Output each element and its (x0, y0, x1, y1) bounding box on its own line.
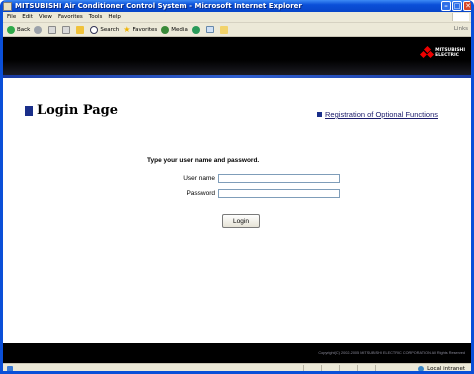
history-icon (191, 25, 200, 34)
three-diamonds-icon (420, 45, 435, 59)
registration-link[interactable]: Registration of Optional Functions (325, 110, 438, 119)
zone-label: Local intranet (427, 366, 465, 372)
username-field[interactable] (218, 174, 340, 183)
header-banner: MITSUBISHI ELECTRIC (3, 37, 471, 75)
page-viewport: MITSUBISHI ELECTRIC Login Page Registrat… (3, 37, 471, 363)
media-button[interactable]: Media (161, 25, 188, 34)
status-bar: Local intranet (3, 363, 471, 372)
password-field[interactable] (218, 189, 340, 198)
intranet-icon (418, 366, 425, 371)
window-controls: – □ ✕ (441, 1, 471, 11)
history-button[interactable] (191, 25, 202, 34)
window-title: MITSUBISHI Air Conditioner Control Syste… (15, 2, 302, 10)
folder-icon (219, 25, 228, 34)
username-row: User name (153, 174, 215, 183)
password-row: Password (153, 189, 215, 198)
password-label: Password (186, 190, 215, 197)
browser-window: MITSUBISHI Air Conditioner Control Syste… (0, 0, 474, 374)
page-icon (7, 366, 13, 371)
menu-file[interactable]: File (7, 14, 16, 20)
security-zone: Local intranet (418, 366, 465, 372)
copyright-text: Copyright(C) 2002-2005 MITSUBISHI ELECTR… (318, 351, 465, 355)
menu-view[interactable]: View (39, 14, 52, 20)
forward-arrow-icon (34, 25, 43, 34)
folder-button[interactable] (219, 25, 230, 34)
browser-toolbar: Back Search ★ Favorites Media Links (3, 23, 471, 37)
logo-line1: MITSUBISHI (435, 47, 465, 53)
maximize-button[interactable]: □ (452, 1, 462, 11)
status-divider (303, 365, 304, 371)
page-title: Login Page (37, 103, 119, 118)
star-icon: ★ (123, 24, 131, 34)
refresh-button[interactable] (62, 25, 72, 34)
menu-tools[interactable]: Tools (89, 14, 103, 20)
mail-button[interactable] (205, 26, 216, 33)
status-divider (339, 365, 340, 371)
menu-edit[interactable]: Edit (22, 14, 33, 20)
minimize-button[interactable]: – (441, 1, 451, 11)
status-divider (321, 365, 322, 371)
favorites-button[interactable]: ★ Favorites (123, 24, 158, 34)
links-button[interactable]: Links (454, 26, 468, 32)
logo-text: MITSUBISHI ELECTRIC (435, 48, 465, 58)
logo-line2: ELECTRIC (435, 52, 459, 58)
mitsubishi-logo: MITSUBISHI ELECTRIC (420, 45, 465, 59)
menu-favorites[interactable]: Favorites (58, 14, 83, 20)
home-button[interactable] (76, 25, 86, 34)
title-bar: MITSUBISHI Air Conditioner Control Syste… (3, 0, 471, 12)
page-footer: Copyright(C) 2002-2005 MITSUBISHI ELECTR… (3, 343, 471, 363)
refresh-icon (62, 25, 71, 34)
search-label: Search (100, 26, 120, 33)
menu-help[interactable]: Help (108, 14, 121, 20)
media-label: Media (171, 26, 188, 33)
close-button[interactable]: ✕ (463, 1, 471, 11)
home-icon (76, 25, 85, 34)
status-divider (357, 365, 358, 371)
heading-bullet-icon (25, 105, 33, 116)
favorites-label: Favorites (132, 26, 158, 33)
login-button[interactable]: Login (222, 214, 260, 228)
menu-bar: File Edit View Favorites Tools Help (3, 12, 471, 23)
mail-icon (205, 26, 214, 33)
banner-stripe (3, 75, 471, 78)
status-divider (375, 365, 376, 371)
ie-app-icon (3, 1, 12, 11)
stop-button[interactable] (48, 25, 58, 34)
search-button[interactable]: Search (90, 25, 120, 34)
search-icon (90, 25, 99, 34)
back-label: Back (17, 26, 31, 33)
username-label: User name (183, 175, 215, 182)
stop-icon (48, 25, 57, 34)
login-prompt: Type your user name and password. (147, 157, 260, 164)
media-icon (161, 25, 170, 34)
registration-link-group: Registration of Optional Functions (317, 110, 438, 119)
back-arrow-icon (7, 25, 15, 34)
back-button[interactable]: Back (7, 25, 31, 34)
windows-logo-icon (452, 13, 469, 21)
link-bullet-icon (317, 112, 323, 117)
forward-button[interactable] (34, 25, 44, 34)
page-heading: Login Page (25, 103, 118, 118)
